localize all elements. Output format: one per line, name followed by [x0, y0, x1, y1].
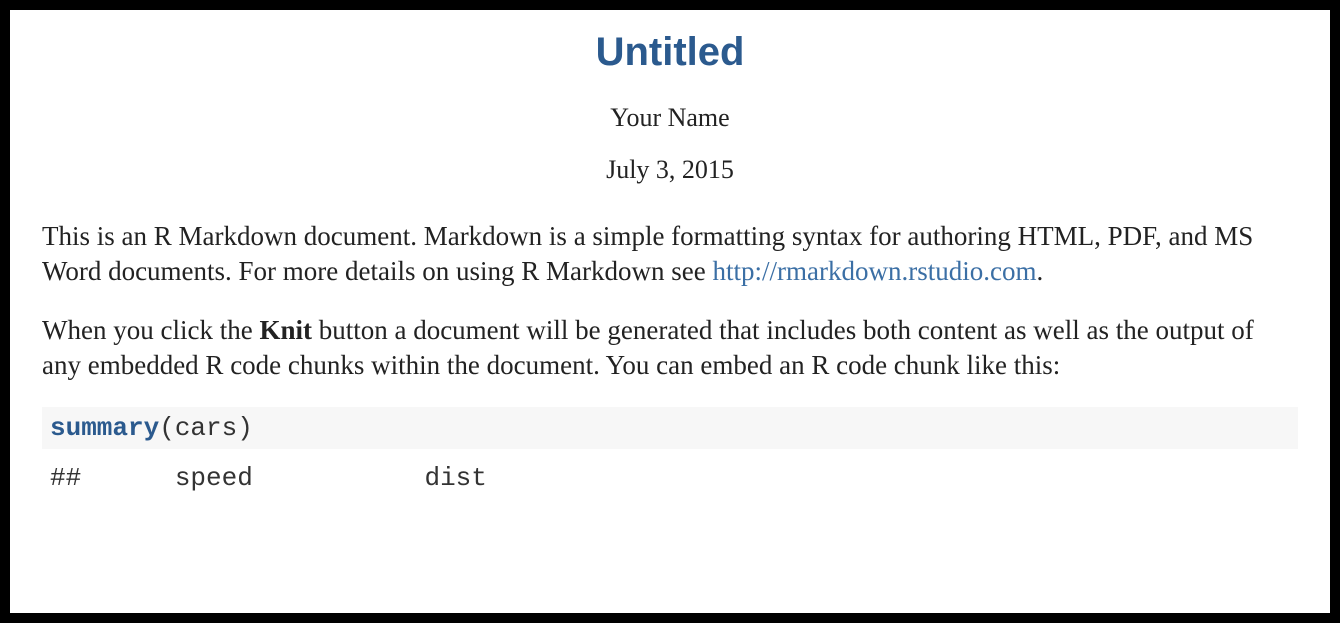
intro-text-post: . — [1036, 256, 1043, 286]
document-title: Untitled — [42, 30, 1298, 75]
code-args: (cars) — [159, 413, 253, 443]
knit-paragraph: When you click the Knit button a documen… — [42, 313, 1298, 383]
knit-pre: When you click the — [42, 315, 259, 345]
document-date: July 3, 2015 — [42, 155, 1298, 185]
intro-text-pre: This is an R Markdown document. Markdown… — [42, 221, 1253, 286]
rmarkdown-link[interactable]: http://rmarkdown.rstudio.com — [712, 256, 1036, 286]
code-block: summary(cars) — [42, 407, 1298, 449]
knit-bold: Knit — [259, 315, 312, 345]
document-author: Your Name — [42, 103, 1298, 133]
code-function: summary — [50, 413, 159, 443]
document-frame: Untitled Your Name July 3, 2015 This is … — [8, 8, 1332, 615]
output-block: ## speed dist — [42, 461, 1298, 495]
intro-paragraph: This is an R Markdown document. Markdown… — [42, 219, 1298, 289]
